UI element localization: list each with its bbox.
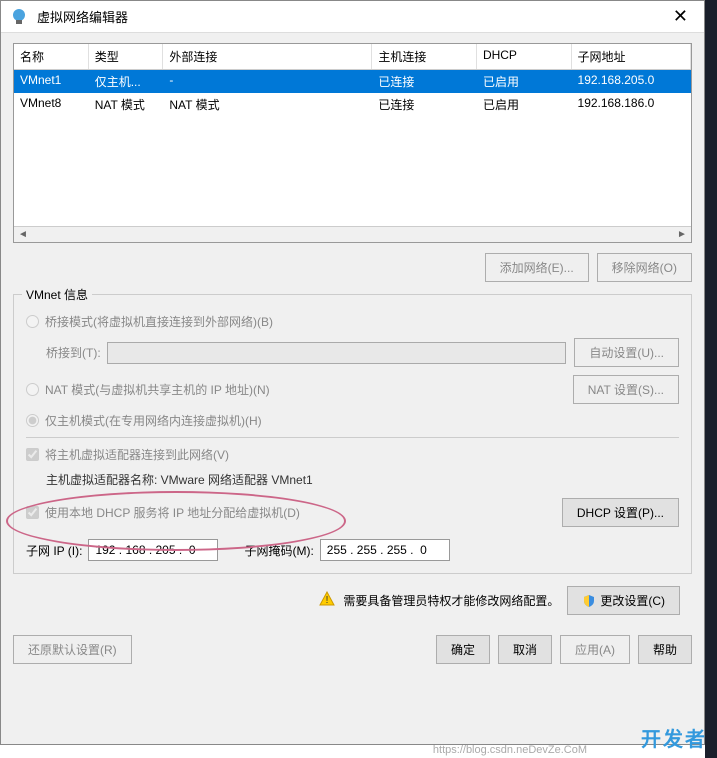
change-settings-button[interactable]: 更改设置(C) xyxy=(567,586,680,615)
dhcp-settings-button[interactable]: DHCP 设置(P)... xyxy=(562,498,679,527)
watermark-url: https://blog.csdn.neDevZe.CoM xyxy=(433,744,587,756)
auto-settings-button: 自动设置(U)... xyxy=(574,338,679,367)
subnet-mask-input[interactable] xyxy=(320,539,450,561)
use-dhcp-label: 使用本地 DHCP 服务将 IP 地址分配给虚拟机(D) xyxy=(45,504,300,521)
app-icon xyxy=(9,7,29,27)
col-subnet[interactable]: 子网地址 xyxy=(572,44,691,69)
col-ext[interactable]: 外部连接 xyxy=(163,44,372,69)
nat-settings-button: NAT 设置(S)... xyxy=(573,375,679,404)
table-row[interactable]: VMnet8 NAT 模式 NAT 模式 已连接 已启用 192.168.186… xyxy=(14,93,691,116)
shield-icon xyxy=(582,594,596,608)
subnet-mask-label: 子网掩码(M): xyxy=(244,542,313,559)
adapter-name-text: 主机虚拟适配器名称: VMware 网络适配器 VMnet1 xyxy=(46,471,679,488)
scroll-right-icon[interactable]: ► xyxy=(675,228,689,242)
col-dhcp[interactable]: DHCP xyxy=(477,44,572,69)
group-title: VMnet 信息 xyxy=(22,286,92,303)
add-network-button: 添加网络(E)... xyxy=(485,253,589,282)
watermark-text: 开发者 xyxy=(641,723,707,752)
side-shadow xyxy=(705,0,717,758)
horizontal-scrollbar[interactable]: ◄ ► xyxy=(14,226,691,242)
connect-host-checkbox xyxy=(26,448,39,461)
help-button[interactable]: 帮助 xyxy=(638,635,692,664)
table-row[interactable]: VMnet1 仅主机... - 已连接 已启用 192.168.205.0 xyxy=(14,70,691,93)
svg-text:!: ! xyxy=(326,595,329,606)
cancel-button[interactable]: 取消 xyxy=(498,635,552,664)
subnet-ip-label: 子网 IP (I): xyxy=(26,542,82,559)
bridge-to-label: 桥接到(T): xyxy=(46,344,101,361)
close-button[interactable]: ✕ xyxy=(665,6,696,27)
restore-default-button: 还原默认设置(R) xyxy=(13,635,132,664)
hostonly-mode-label: 仅主机模式(在专用网络内连接虚拟机)(H) xyxy=(45,412,262,429)
network-table[interactable]: 名称 类型 外部连接 主机连接 DHCP 子网地址 VMnet1 仅主机... … xyxy=(13,43,692,243)
admin-note-text: 需要具备管理员特权才能修改网络配置。 xyxy=(343,592,559,609)
remove-network-button: 移除网络(O) xyxy=(597,253,692,282)
hostonly-mode-radio xyxy=(26,414,39,427)
connect-host-label: 将主机虚拟适配器连接到此网络(V) xyxy=(45,446,229,463)
nat-mode-label: NAT 模式(与虚拟机共享主机的 IP 地址)(N) xyxy=(45,381,270,398)
col-type[interactable]: 类型 xyxy=(89,44,164,69)
warning-icon: ! xyxy=(319,591,335,610)
col-host[interactable]: 主机连接 xyxy=(372,44,477,69)
vmnet-info-group: VMnet 信息 桥接模式(将虚拟机直接连接到外部网络)(B) 桥接到(T): … xyxy=(13,294,692,574)
bridge-mode-label: 桥接模式(将虚拟机直接连接到外部网络)(B) xyxy=(45,313,273,330)
subnet-ip-input[interactable] xyxy=(88,539,218,561)
col-name[interactable]: 名称 xyxy=(14,44,89,69)
scroll-left-icon[interactable]: ◄ xyxy=(16,228,30,242)
apply-button: 应用(A) xyxy=(560,635,630,664)
table-header: 名称 类型 外部连接 主机连接 DHCP 子网地址 xyxy=(14,44,691,70)
use-dhcp-checkbox xyxy=(26,506,39,519)
ok-button[interactable]: 确定 xyxy=(436,635,490,664)
nat-mode-radio xyxy=(26,383,39,396)
bridge-to-select xyxy=(107,342,567,364)
bridge-mode-radio xyxy=(26,315,39,328)
titlebar: 虚拟网络编辑器 ✕ xyxy=(1,1,704,33)
window-title: 虚拟网络编辑器 xyxy=(37,7,665,26)
